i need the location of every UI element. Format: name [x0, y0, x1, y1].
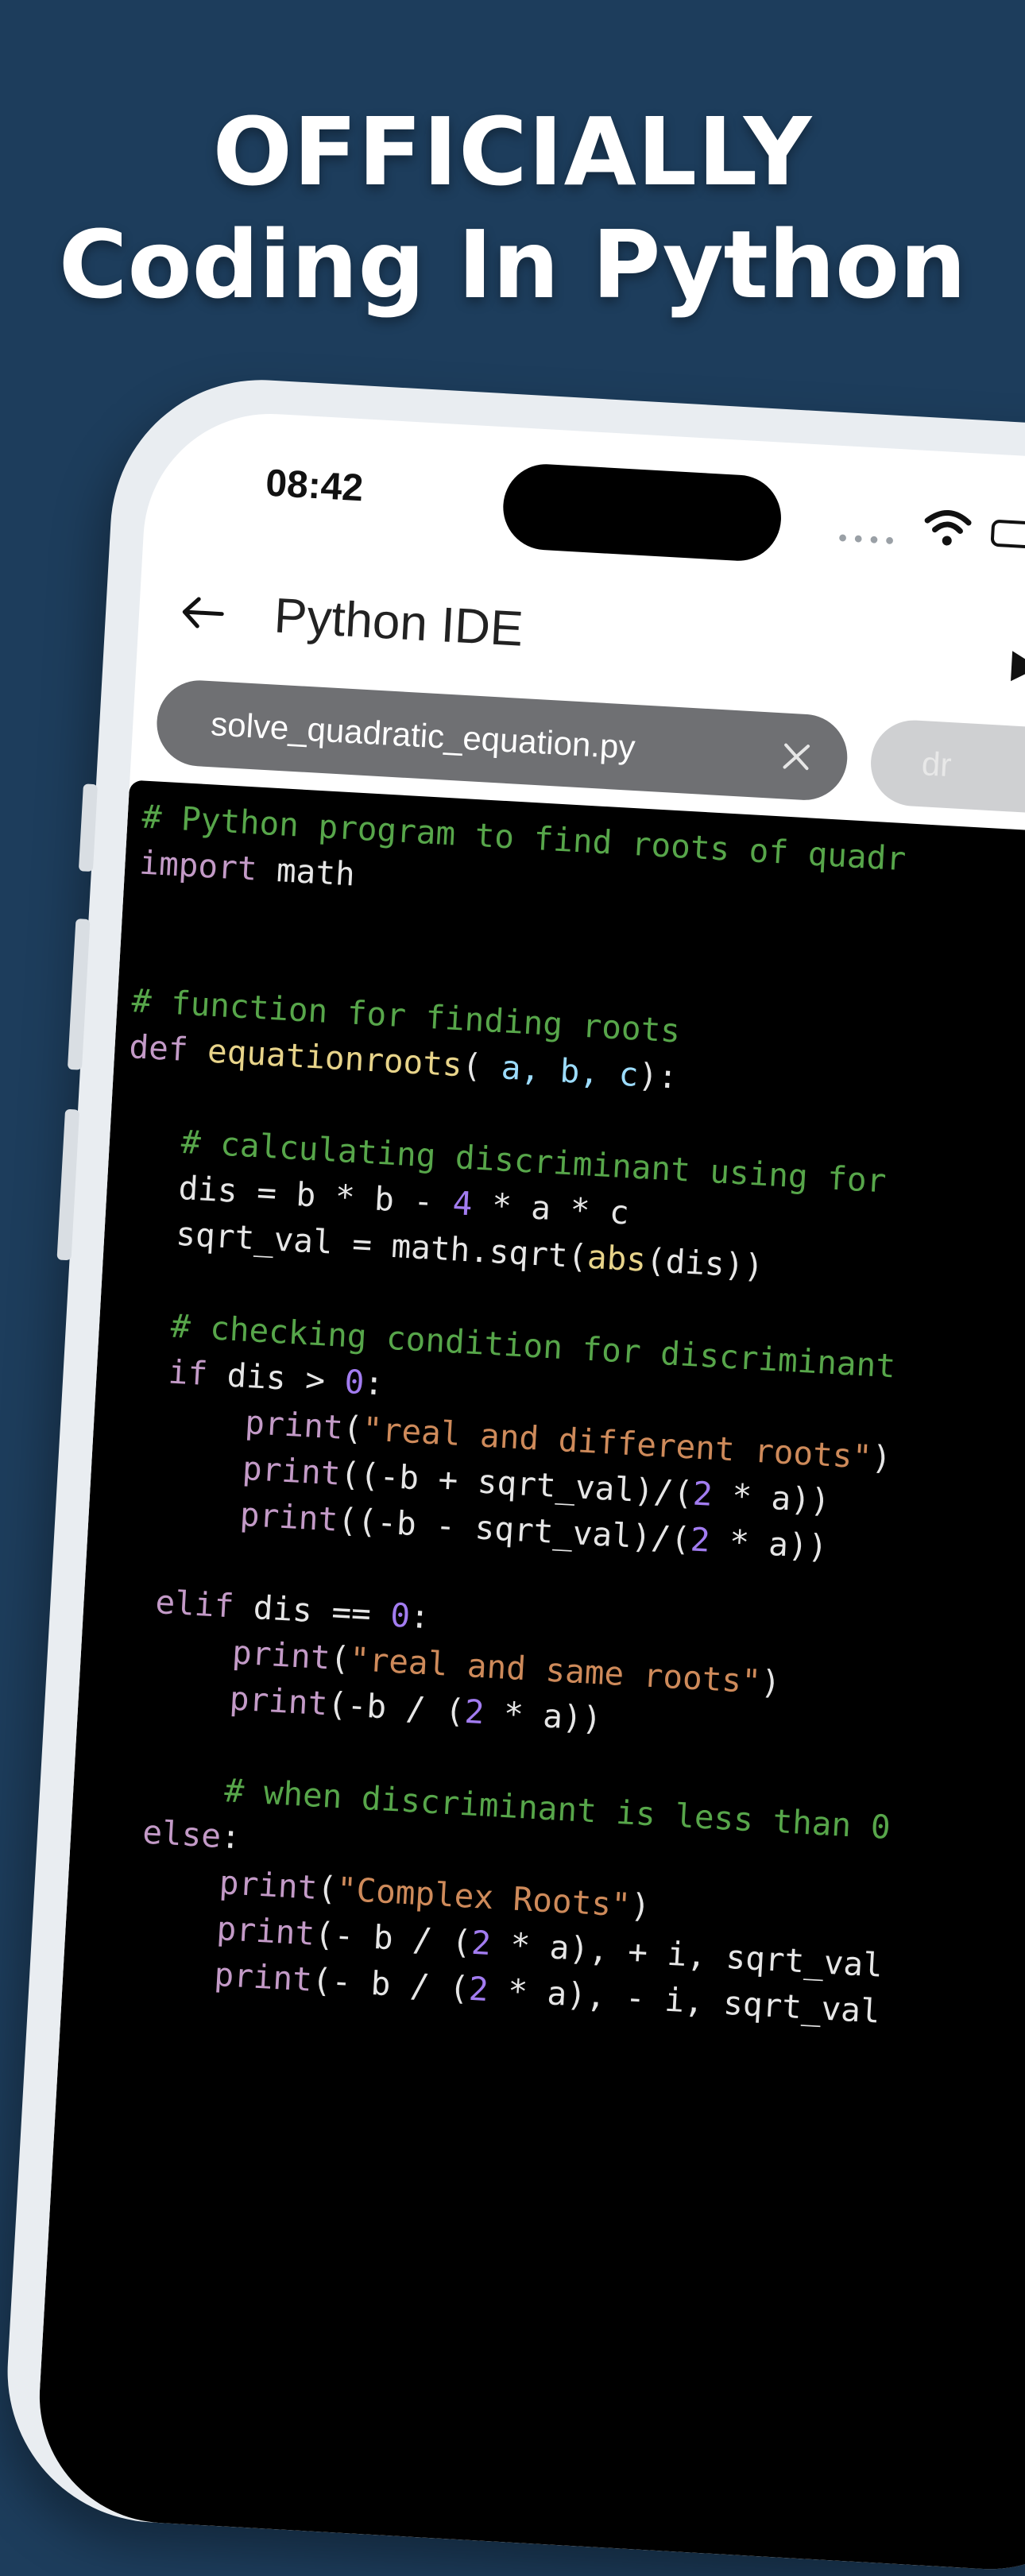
code-line: elif dis == 0:: [154, 1583, 431, 1637]
back-arrow-icon[interactable]: [178, 592, 228, 634]
file-tab[interactable]: dr: [868, 717, 1025, 818]
signal-dots-icon: ••••: [834, 524, 899, 557]
file-tab-label: solve_quadratic_equation.py: [210, 705, 636, 766]
headline-line-2: Coding In Python: [58, 210, 967, 319]
promo-headline: OFFICIALLY Coding In Python: [0, 95, 1025, 321]
code-editor[interactable]: # Python program to find roots of quadr …: [33, 779, 1025, 2576]
phone-screen: 08:42 •••• Python IDE solve_quadratic_eq…: [33, 407, 1025, 2576]
phone-mockup: 08:42 •••• Python IDE solve_quadratic_eq…: [0, 372, 1025, 2576]
app-title: Python IDE: [273, 588, 525, 657]
headline-line-1: OFFICIALLY: [212, 97, 813, 207]
code-line: # when discriminant is less than 0: [223, 1771, 892, 1847]
code-line: else:: [141, 1812, 242, 1857]
file-tab-label: dr: [920, 745, 953, 784]
wifi-icon: [924, 510, 972, 546]
run-play-icon[interactable]: [1003, 646, 1025, 688]
status-time: 08:42: [264, 462, 365, 510]
dynamic-island: [501, 462, 783, 563]
close-icon[interactable]: [776, 737, 817, 777]
battery-icon: [990, 519, 1025, 549]
